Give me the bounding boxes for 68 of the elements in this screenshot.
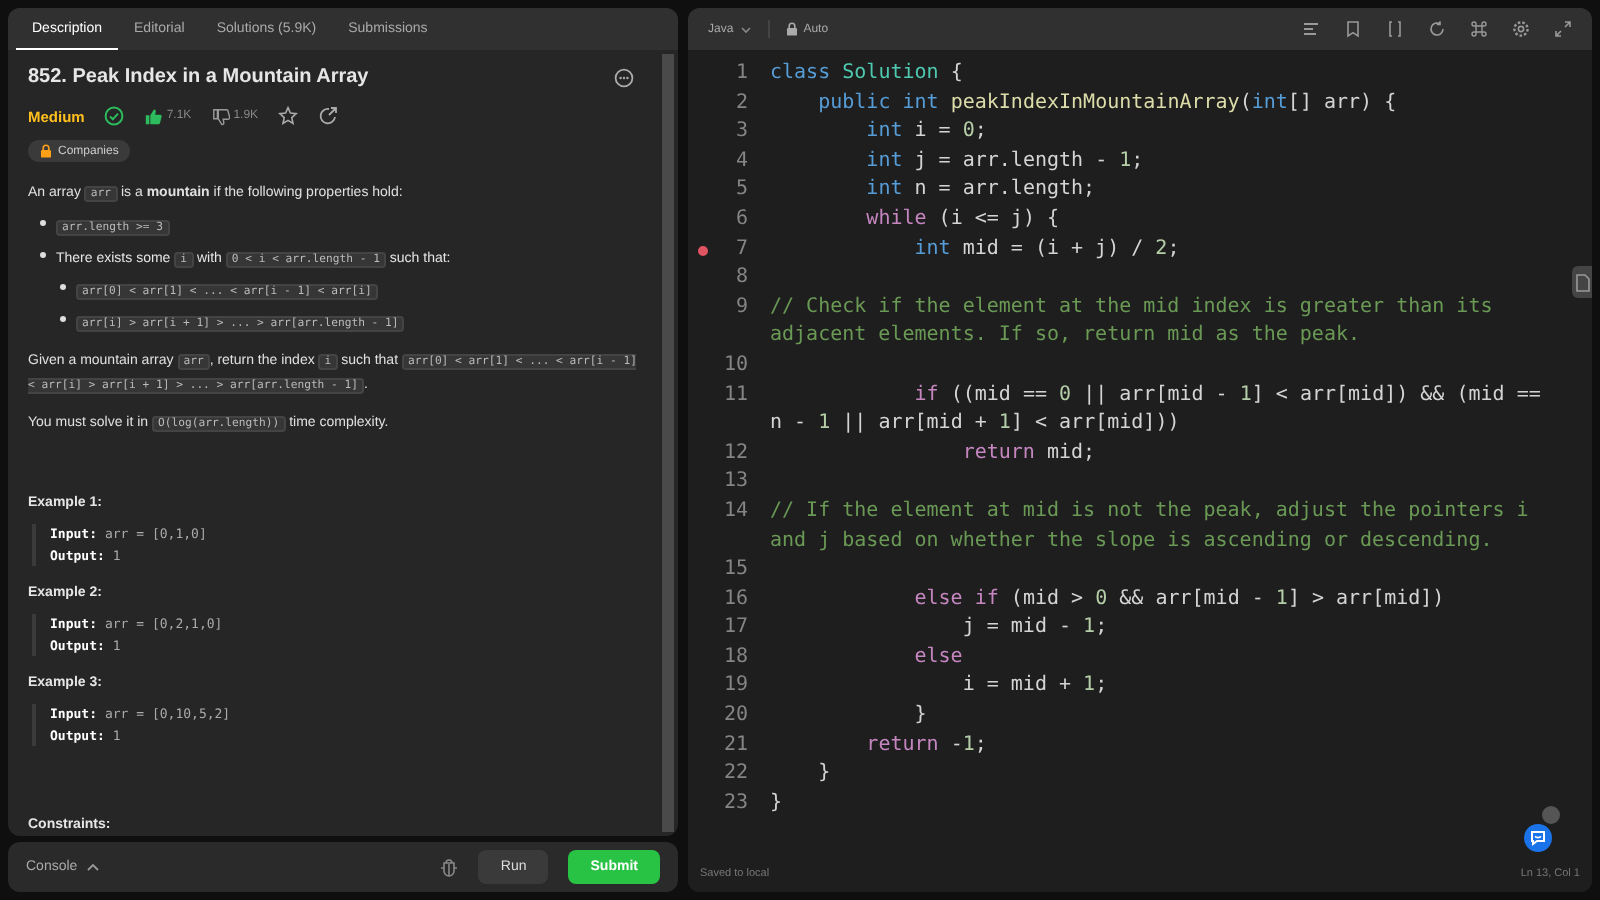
bullet-icon xyxy=(60,316,66,322)
code-line: if ((mid == 0 || arr[mid - 1] < arr[mid]) && (mid == n - 1 || arr[mid + 1] < arr[mid])) xyxy=(770,381,1543,439)
bullet-icon xyxy=(40,220,46,226)
settings-icon[interactable] xyxy=(1512,20,1530,38)
code-line: return mid; xyxy=(960,439,1098,468)
code-line: // Check if the element at the mid index is greater than its adjacent elements. If so, return mid as the peak. xyxy=(770,293,1495,351)
code-line: else xyxy=(912,643,965,672)
bookmark-icon[interactable] xyxy=(1344,20,1362,38)
star-icon[interactable] xyxy=(278,106,299,126)
line-number: 1 xyxy=(733,60,748,88)
line-number: 11 xyxy=(721,381,748,410)
lock-icon xyxy=(785,22,798,36)
file-icon[interactable] xyxy=(1572,266,1592,298)
line-number: 22 xyxy=(721,760,748,789)
line-number: 16 xyxy=(721,585,748,614)
format-icon[interactable] xyxy=(1302,20,1320,38)
code-line: while (i <= j) { xyxy=(864,205,1062,234)
reset-icon[interactable] xyxy=(1428,20,1446,38)
bullet-icon xyxy=(40,252,46,258)
ellipsis-circle-icon[interactable] xyxy=(614,67,634,87)
code-line: } xyxy=(770,789,785,818)
code-line: public int peakIndexInMountainArray(int[] arr) { xyxy=(816,89,1399,118)
code-line: int i = 0; xyxy=(864,118,989,147)
line-number: 19 xyxy=(721,672,748,701)
lock-icon xyxy=(40,144,52,158)
code-line: j = mid - 1; xyxy=(960,614,1110,643)
scrollbar[interactable] xyxy=(662,54,674,832)
chat-icon[interactable] xyxy=(1524,824,1552,852)
problem-title: 852. Peak Index in a Mountain Array xyxy=(28,66,369,88)
line-number: 23 xyxy=(721,789,748,818)
code-line: i = mid + 1; xyxy=(960,672,1110,701)
code-line: int mid = (i + j) / 2; xyxy=(912,235,1182,264)
expand-icon[interactable] xyxy=(1554,20,1572,38)
line-number: 4 xyxy=(733,147,748,176)
line-number: 13 xyxy=(721,468,748,497)
line-number: 9 xyxy=(733,293,748,322)
code-line: int n = arr.length; xyxy=(864,176,1098,205)
line-number: 12 xyxy=(721,439,748,468)
line-number: 18 xyxy=(721,643,748,672)
thumbs-up-icon xyxy=(144,107,163,125)
line-number: 3 xyxy=(733,118,748,147)
line-number: 7 xyxy=(733,235,748,264)
line-number: 21 xyxy=(721,731,748,760)
breakpoint-icon[interactable] xyxy=(697,245,707,256)
bullet-icon xyxy=(60,284,66,290)
code-line: int j = arr.length - 1; xyxy=(864,147,1146,176)
line-number: 20 xyxy=(721,702,748,731)
code-line: } xyxy=(912,702,929,731)
line-number: 15 xyxy=(721,556,748,585)
code-line: else if (mid > 0 && arr[mid - 1] > arr[mid]) xyxy=(912,585,1447,614)
line-number: 17 xyxy=(721,614,748,643)
line-number: 8 xyxy=(733,264,748,293)
code-line: return -1; xyxy=(864,731,989,760)
command-icon[interactable] xyxy=(1470,20,1488,38)
braces-icon[interactable] xyxy=(1386,20,1404,38)
caret-icon xyxy=(85,862,100,872)
line-number: 14 xyxy=(721,497,748,526)
debug-icon[interactable] xyxy=(440,857,459,877)
thumbs-down-icon xyxy=(211,107,230,125)
line-number: 2 xyxy=(733,89,748,118)
share-icon[interactable] xyxy=(318,106,339,126)
line-number: 10 xyxy=(721,351,748,380)
code-line: } xyxy=(816,760,833,789)
line-number: 6 xyxy=(733,205,748,234)
code-line: class Solution { xyxy=(770,60,965,88)
caret-icon xyxy=(739,25,752,33)
code-line: // If the element at mid is not the peak, adjust the pointers i and j based on whether the slope is ascending or descending. xyxy=(770,497,1531,555)
line-number: 5 xyxy=(733,176,748,205)
